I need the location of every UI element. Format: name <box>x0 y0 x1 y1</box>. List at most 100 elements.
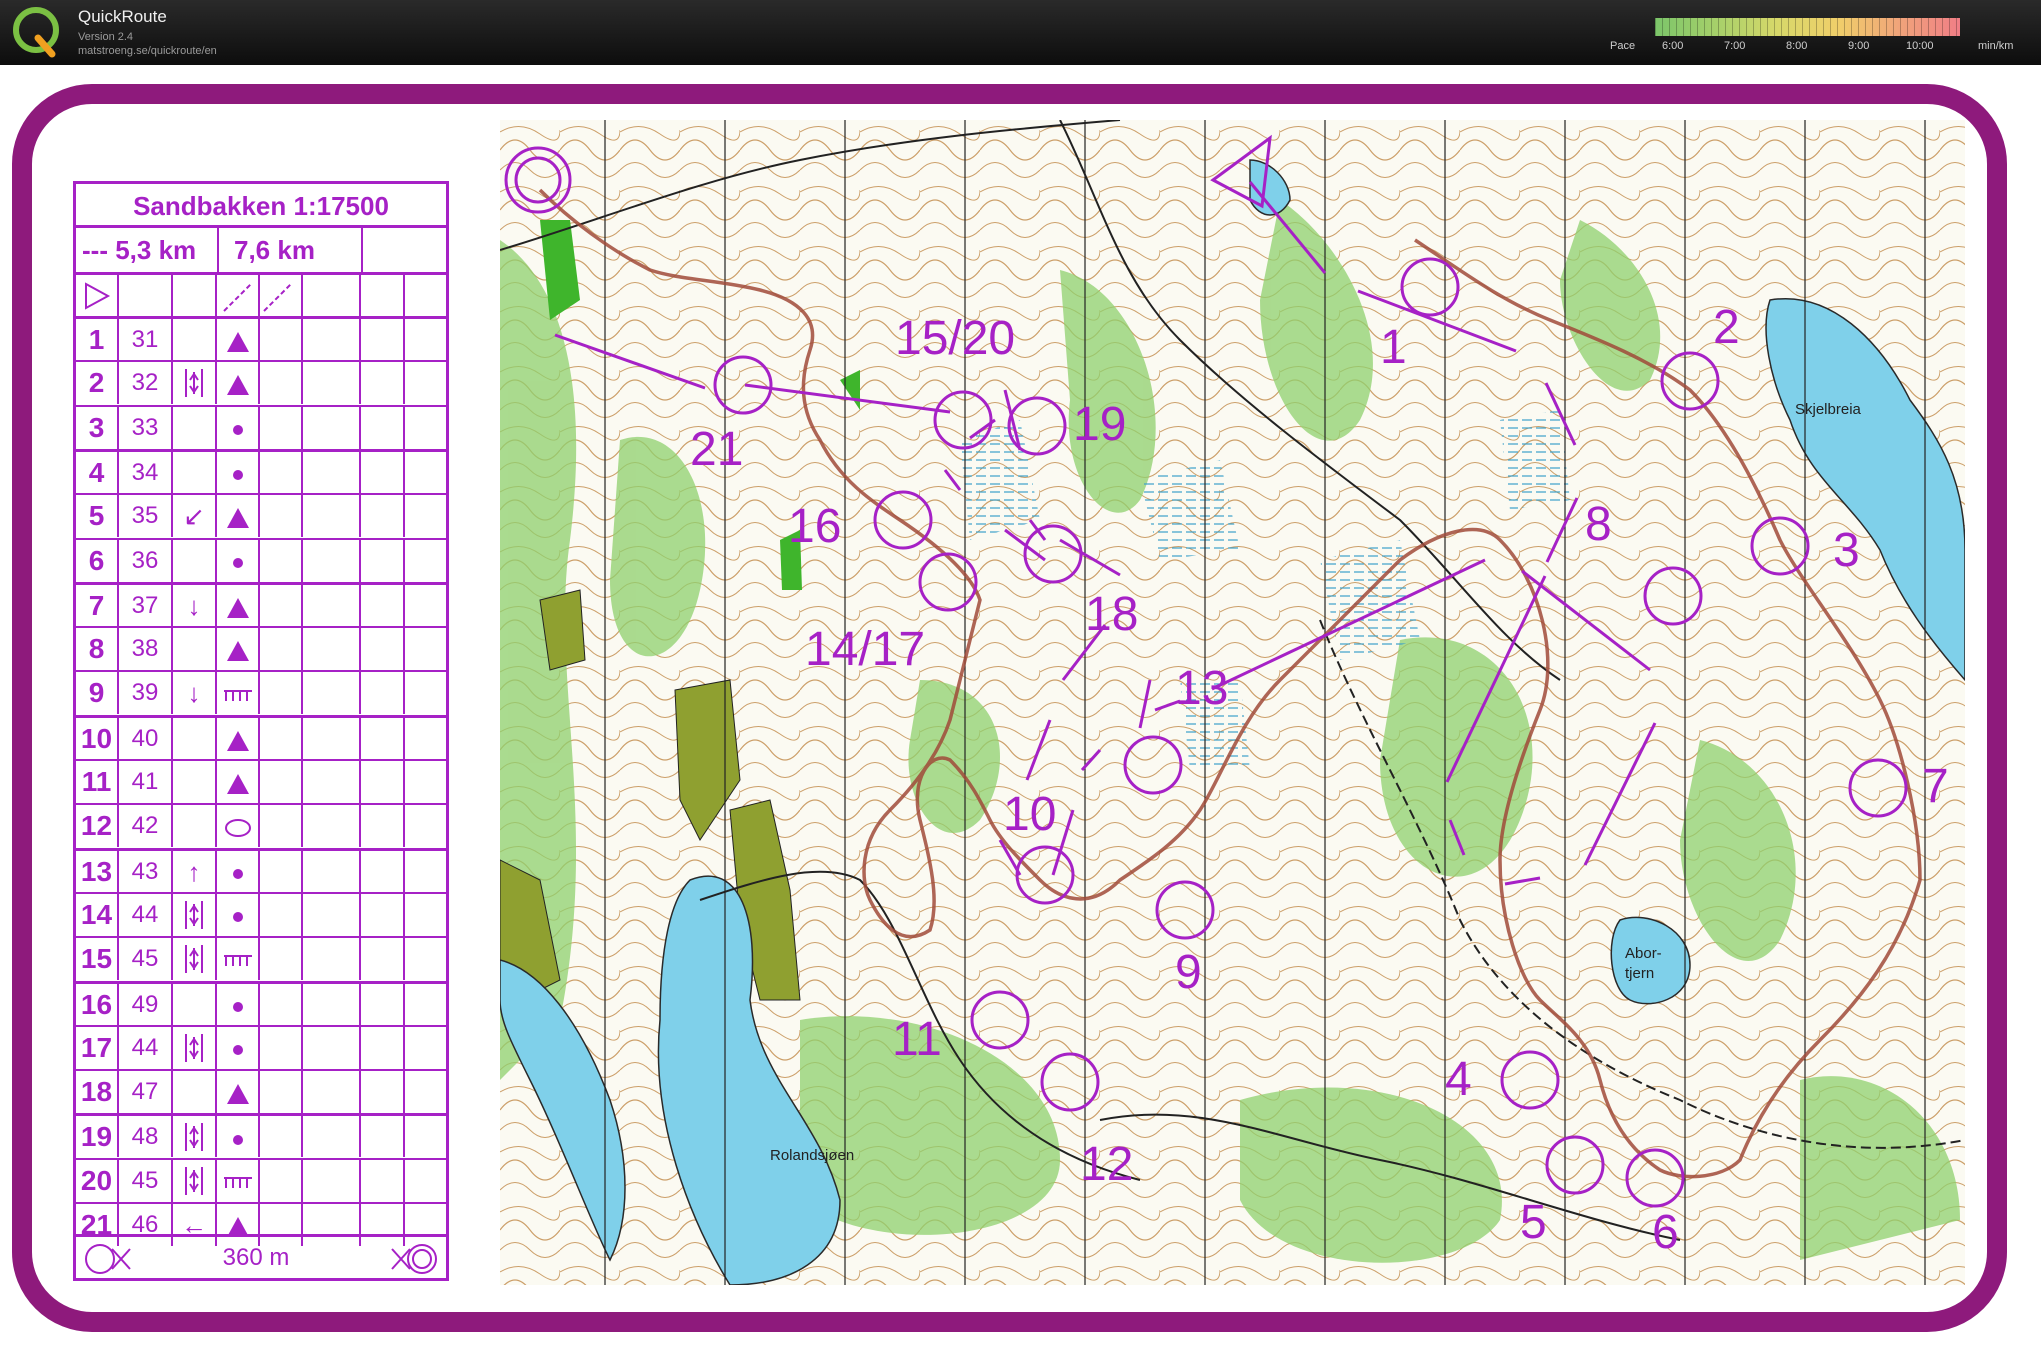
app-url[interactable]: matstroeng.se/quickroute/en <box>78 45 217 57</box>
control-row: 11 41 <box>76 759 446 803</box>
control-row: 15 45 <box>76 936 446 981</box>
control-label-6: 6 <box>1652 1206 1679 1259</box>
triangle-icon <box>217 1071 260 1114</box>
pace-tick: 9:00 <box>1848 40 1870 52</box>
control-direction <box>173 319 217 360</box>
control-code: 33 <box>119 406 173 449</box>
control-number: 20 <box>76 1159 119 1202</box>
control-label-3: 3 <box>1833 524 1860 577</box>
control-code: 40 <box>119 717 173 759</box>
control-code: 31 <box>119 319 173 360</box>
control-code: 43 <box>119 850 173 892</box>
control-code: 49 <box>119 983 173 1025</box>
place-name-abortjern-1: Abor- <box>1625 945 1662 962</box>
finish-distance: 360 m <box>222 1244 290 1271</box>
dot-icon <box>217 451 260 493</box>
control-number: 13 <box>76 850 119 892</box>
between-icon <box>173 938 217 981</box>
control-code: 45 <box>119 1159 173 1202</box>
control-row: 14 44 <box>76 891 446 936</box>
control-code: 41 <box>119 761 173 803</box>
control-number: 7 <box>76 584 119 626</box>
control-row: 10 40 <box>76 714 446 759</box>
control-label-9: 9 <box>1175 946 1202 999</box>
control-row: 1 31 <box>76 316 446 360</box>
between-icon <box>173 893 217 936</box>
control-label-1: 1 <box>1380 321 1407 374</box>
control-label-16: 16 <box>788 500 841 553</box>
control-code: 42 <box>119 805 173 848</box>
control-code: 36 <box>119 539 173 582</box>
triangle-icon <box>217 495 260 538</box>
control-number: 4 <box>76 451 119 493</box>
control-description-sheet: Sandbakken 1:17500 --- 5,3 km 7,6 km 1 31… <box>73 181 449 1281</box>
course-length: --- 5,3 km <box>82 235 197 265</box>
ruined-icon <box>217 672 260 715</box>
between-icon <box>173 362 217 405</box>
control-row: 7 37 ↓ <box>76 581 446 626</box>
control-number: 9 <box>76 672 119 715</box>
place-name-rolandsjoen: Rolandsjøen <box>770 1147 854 1164</box>
start-row <box>76 272 446 316</box>
control-label-19: 19 <box>1073 398 1126 451</box>
quickroute-q-logo <box>13 7 59 58</box>
control-direction <box>173 805 217 848</box>
dot-icon <box>217 406 260 449</box>
control-label-14-17: 14/17 <box>805 623 925 676</box>
control-code: 35 <box>119 495 173 538</box>
control-number: 10 <box>76 717 119 759</box>
between-icon <box>173 1026 217 1069</box>
control-number: 15 <box>76 938 119 981</box>
control-row: 19 48 <box>76 1113 446 1158</box>
app-title: QuickRoute <box>78 7 167 26</box>
ruined-icon <box>217 938 260 981</box>
control-row: 5 35 ↙ <box>76 493 446 538</box>
control-label-2: 2 <box>1713 301 1740 354</box>
control-direction <box>173 539 217 582</box>
control-row: 16 49 <box>76 980 446 1025</box>
control-label-18: 18 <box>1085 588 1138 641</box>
control-label-15-20: 15/20 <box>895 312 1015 365</box>
dot-icon <box>217 983 260 1025</box>
control-label-21: 21 <box>690 423 743 476</box>
control-number: 5 <box>76 495 119 538</box>
dot-icon <box>217 850 260 892</box>
control-number: 14 <box>76 893 119 936</box>
orienteering-map[interactable]: 1 2 3 4 5 6 7 8 9 10 11 12 13 14/17 15/2… <box>500 120 1965 1285</box>
pace-tick: 10:00 <box>1906 40 1934 52</box>
control-direction: ↑ <box>173 850 217 892</box>
pace-tick: 7:00 <box>1724 40 1746 52</box>
control-number: 2 <box>76 362 119 405</box>
dot-icon <box>217 1026 260 1069</box>
control-number: 6 <box>76 539 119 582</box>
between-icon <box>173 1159 217 1202</box>
triangle-icon <box>217 584 260 626</box>
control-direction <box>173 406 217 449</box>
control-row: 4 34 <box>76 448 446 493</box>
control-code: 32 <box>119 362 173 405</box>
control-code: 48 <box>119 1116 173 1158</box>
control-code: 34 <box>119 451 173 493</box>
control-direction: ↓ <box>173 584 217 626</box>
pace-tick: 6:00 <box>1662 40 1684 52</box>
control-number: 1 <box>76 319 119 360</box>
dot-icon <box>217 1116 260 1158</box>
control-direction <box>173 983 217 1025</box>
control-row: 17 44 <box>76 1024 446 1069</box>
control-row: 12 42 <box>76 803 446 848</box>
control-number: 16 <box>76 983 119 1025</box>
finish-right-icon <box>391 1244 437 1274</box>
control-label-4: 4 <box>1445 1053 1472 1106</box>
dot-icon <box>217 539 260 582</box>
place-name-abortjern-2: tjern <box>1625 965 1654 982</box>
control-row: 8 38 <box>76 626 446 671</box>
pace-scale-ticks <box>1655 18 1960 36</box>
control-number: 17 <box>76 1026 119 1069</box>
control-code: 38 <box>119 628 173 671</box>
control-number: 11 <box>76 761 119 803</box>
event-title: Sandbakken 1:17500 <box>76 184 446 228</box>
finish-left-icon <box>85 1244 131 1274</box>
control-label-11: 11 <box>892 1013 942 1066</box>
control-number: 3 <box>76 406 119 449</box>
pace-tick: 8:00 <box>1786 40 1808 52</box>
